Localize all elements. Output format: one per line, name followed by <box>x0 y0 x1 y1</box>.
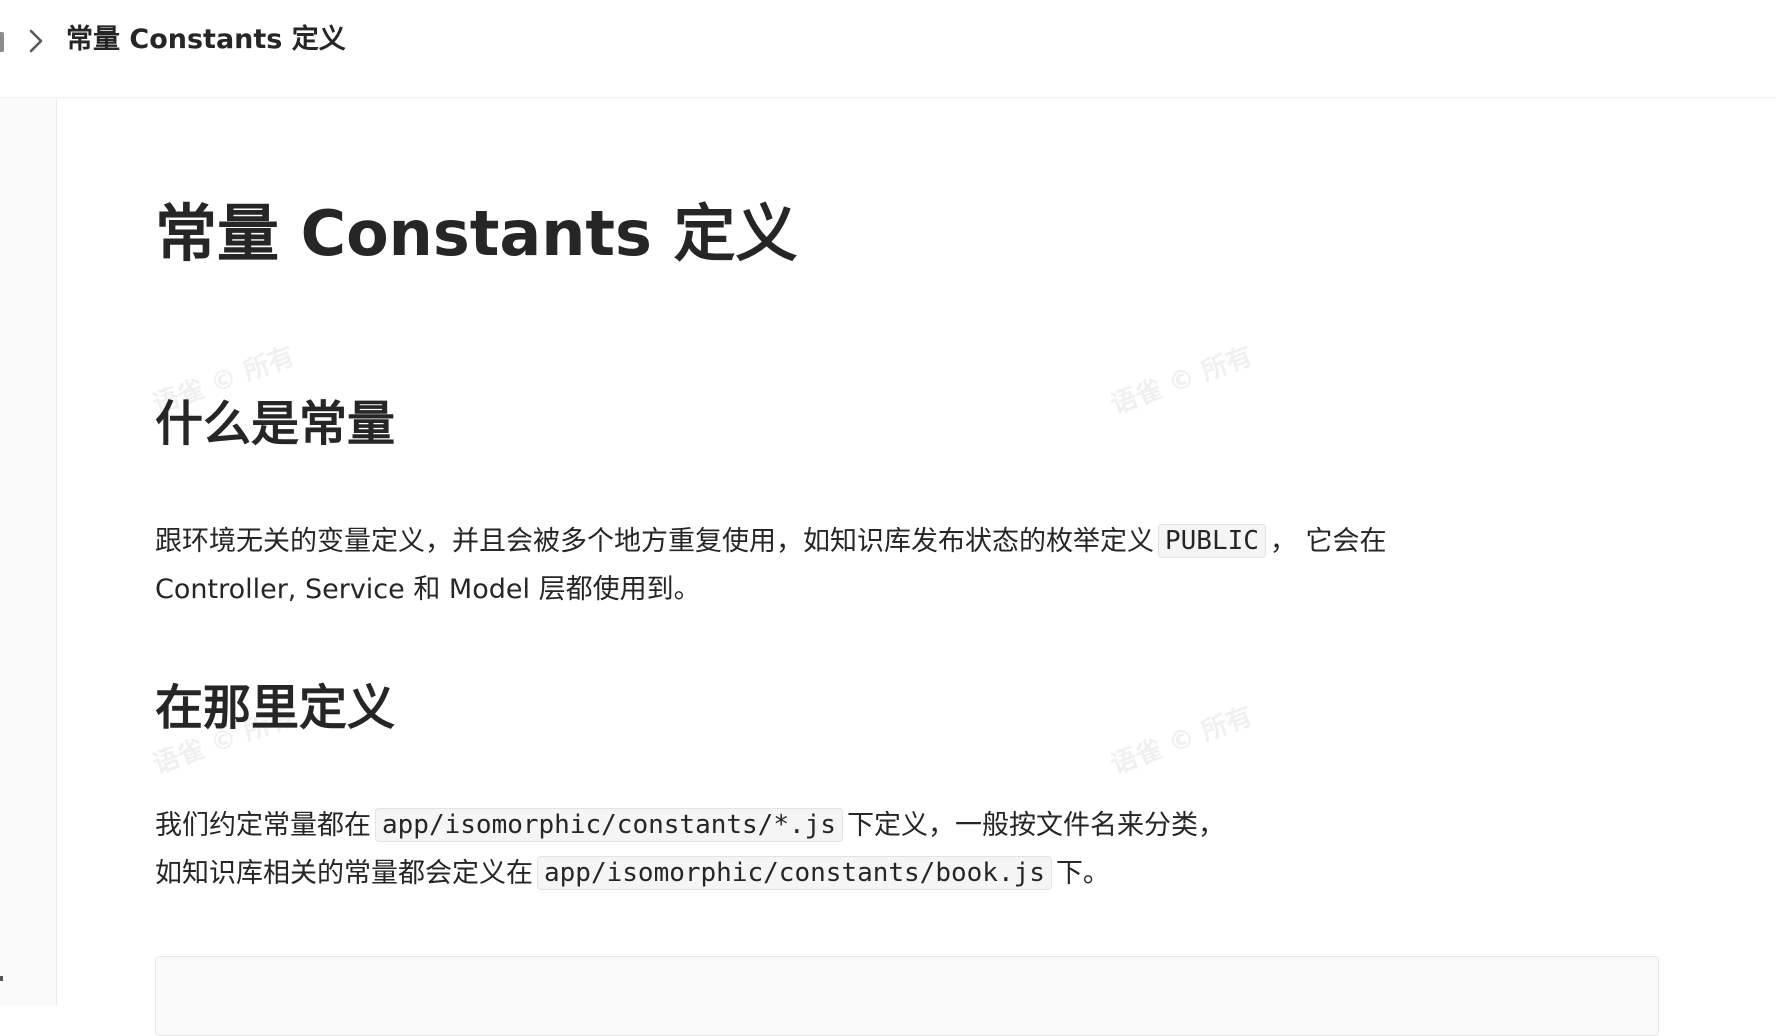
watermark: 语雀 © 所有 <box>1107 701 1257 781</box>
inline-code: PUBLIC <box>1158 524 1266 558</box>
section-heading: 在那里定义 <box>155 680 396 736</box>
sidebar-edge-handle[interactable] <box>0 32 4 52</box>
inline-code: app/isomorphic/constants/*.js <box>375 808 843 842</box>
section-heading: 什么是常量 <box>155 396 396 452</box>
text: 我们约定常量都在 <box>155 810 371 841</box>
document-body: 语雀 © 所有 语雀 © 所有 语雀 © 所有 语雀 © 所有 常量 Const… <box>149 98 1659 1036</box>
text: 跟环境无关的变量定义，并且会被多个地方重复使用，如知识库发布状态的枚举定义 <box>155 526 1154 557</box>
inline-code: app/isomorphic/constants/book.js <box>537 856 1052 890</box>
page-title: 常量 Constants 定义 <box>155 197 798 270</box>
breadcrumb-current-doc[interactable]: 常量 Constants 定义 <box>66 22 346 58</box>
rail-marker <box>0 976 3 981</box>
text: 下定义，一般按文件名来分类， <box>846 810 1225 841</box>
paragraph-line: 如知识库相关的常量都会定义在 app/isomorphic/constants/b… <box>155 850 1535 898</box>
paragraph: 我们约定常量都在 app/isomorphic/constants/*.js 下定义… <box>155 802 1535 898</box>
left-rail <box>0 98 57 1006</box>
paragraph: 跟环境无关的变量定义，并且会被多个地方重复使用，如知识库发布状态的枚举定义 PUB… <box>155 518 1535 614</box>
text: ， 它会在 <box>1269 526 1387 557</box>
paragraph-line: 跟环境无关的变量定义，并且会被多个地方重复使用，如知识库发布状态的枚举定义 PUB… <box>155 518 1535 566</box>
text: 下。 <box>1055 858 1110 889</box>
text: 如知识库相关的常量都会定义在 <box>155 858 533 889</box>
paragraph-line: Controller, Service 和 Model 层都使用到。 <box>155 574 701 605</box>
paragraph-line: 我们约定常量都在 app/isomorphic/constants/*.js 下定义… <box>155 802 1535 850</box>
watermark: 语雀 © 所有 <box>1107 341 1257 421</box>
top-bar: 常量 Constants 定义 <box>0 0 1776 98</box>
code-block[interactable] <box>155 956 1659 1036</box>
chevron-right-icon[interactable] <box>24 26 48 56</box>
